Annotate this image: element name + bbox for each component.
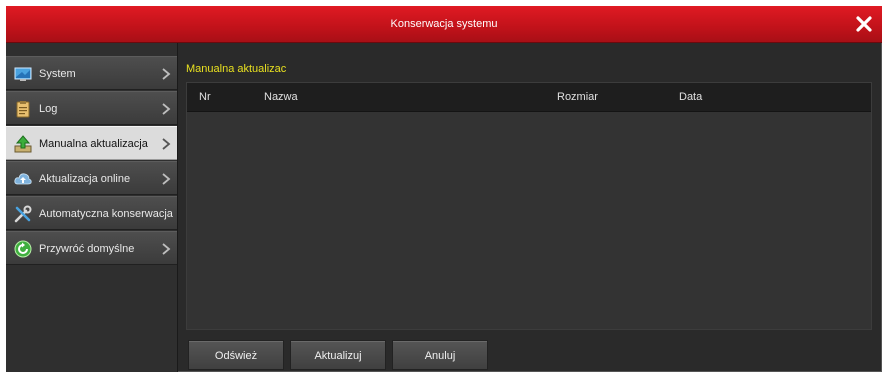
cloud-icon [14,173,32,185]
section-heading: Manualna aktualizac [186,63,287,75]
title-bar: Konserwacja systemu [6,6,882,43]
refresh-button[interactable]: Odśwież [188,340,284,370]
sidebar-item-label: System [39,68,76,80]
chevron-right-icon [162,138,171,150]
upload-arrow-icon [14,135,32,153]
table-body [187,112,871,329]
close-icon [856,16,872,32]
firmware-file-table: Nr Nazwa Rozmiar Data [186,82,872,330]
log-clipboard-icon [16,101,30,118]
restore-icon [14,240,32,258]
sidebar-item-label: Automatyczna konserwacja [39,208,173,220]
update-button[interactable]: Aktualizuj [290,340,386,370]
maintenance-dialog: Konserwacja systemu System Log Manualna … [6,6,882,372]
close-button[interactable] [852,12,876,36]
system-monitor-icon [14,67,32,81]
sidebar-item-label: Manualna aktualizacja [39,138,148,150]
table-header: Nr Nazwa Rozmiar Data [187,83,871,112]
chevron-right-icon [162,243,171,255]
cancel-button[interactable]: Anuluj [392,340,488,370]
sidebar-item-manual-update[interactable]: Manualna aktualizacja [6,126,177,160]
sidebar-item-restore-defaults[interactable]: Przywróć domyślne [6,231,177,265]
sidebar-item-online-update[interactable]: Aktualizacja online [6,161,177,195]
column-header-nr: Nr [199,91,211,103]
chevron-right-icon [162,103,171,115]
sidebar-item-log[interactable]: Log [6,91,177,125]
column-header-date: Data [679,91,703,103]
chevron-right-icon [162,68,171,80]
sidebar: System Log Manualna aktualizacja Aktuali… [6,43,178,372]
sidebar-item-auto-maintenance[interactable]: Automatyczna konserwacja [6,196,177,230]
sidebar-item-label: Aktualizacja online [39,173,131,185]
column-header-size: Rozmiar [557,91,598,103]
tools-icon [14,205,32,223]
column-header-name: Nazwa [264,91,298,103]
sidebar-item-label: Log [39,103,58,115]
sidebar-item-system[interactable]: System [6,56,177,90]
sidebar-item-label: Przywróć domyślne [39,243,135,255]
chevron-right-icon [162,173,171,185]
dialog-title: Konserwacja systemu [390,18,498,30]
